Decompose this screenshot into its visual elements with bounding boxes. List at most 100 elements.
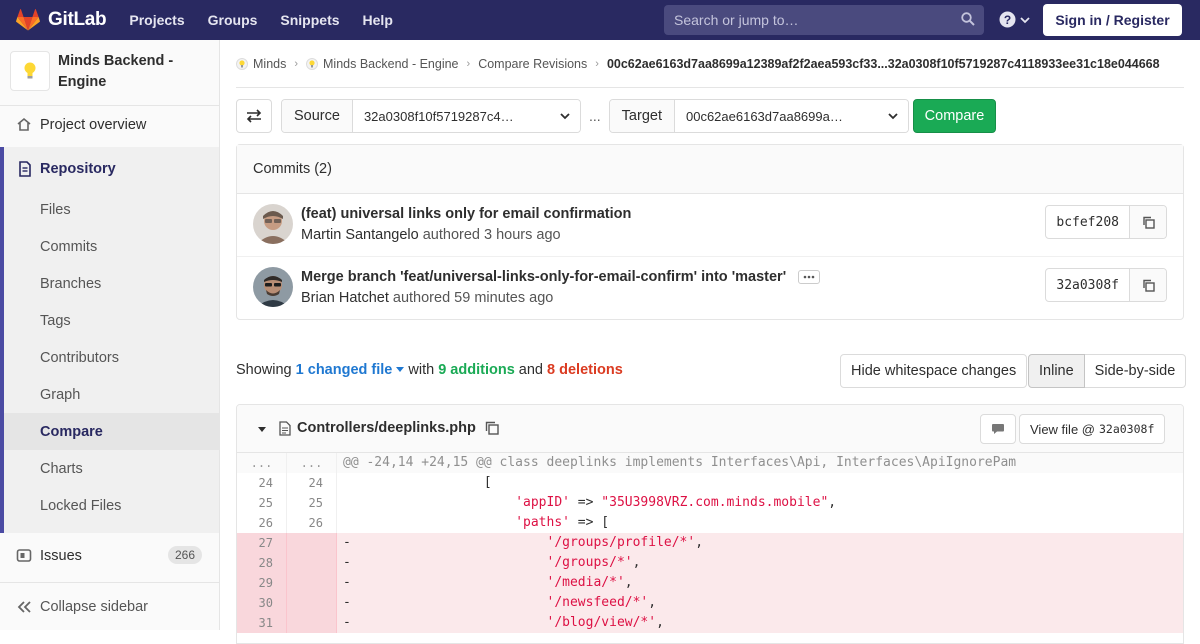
project-mini-avatar xyxy=(306,57,319,70)
sidebar-item-label: Files xyxy=(40,201,71,218)
swap-revisions-button[interactable] xyxy=(236,99,272,133)
breadcrumb-current[interactable]: 00c62ae6163d7aa8699a12389af2f2aea593cf33… xyxy=(607,57,1160,71)
old-line-number[interactable]: 30 xyxy=(237,593,287,613)
sidebar-item-issues[interactable]: Issues 266 xyxy=(0,537,219,574)
sidebar-item-commits[interactable]: Commits xyxy=(0,228,219,265)
chevron-down-icon xyxy=(560,113,570,120)
old-line-number[interactable]: 28 xyxy=(237,553,287,573)
view-file-sha: 32a0308f xyxy=(1098,422,1155,436)
breadcrumb-section[interactable]: Compare Revisions xyxy=(478,57,587,71)
project-sidebar: Minds Backend - Engine Project overview … xyxy=(0,40,220,630)
side-by-side-view-button[interactable]: Side-by-side xyxy=(1084,354,1187,388)
nav-projects[interactable]: Projects xyxy=(129,12,184,28)
hide-whitespace-button[interactable]: Hide whitespace changes xyxy=(840,354,1028,388)
copy-icon[interactable] xyxy=(485,421,499,435)
avatar[interactable] xyxy=(253,204,293,244)
compare-button[interactable]: Compare xyxy=(912,99,997,133)
sidebar-item-branches[interactable]: Branches xyxy=(0,265,219,302)
commit-sha-button[interactable]: 32a0308f xyxy=(1046,269,1130,301)
target-label: Target xyxy=(609,100,675,132)
new-line-number[interactable] xyxy=(287,593,337,613)
new-line-number[interactable] xyxy=(287,613,337,633)
new-line-number[interactable]: 26 xyxy=(287,513,337,533)
issues-count-badge: 266 xyxy=(167,546,202,564)
stats-showing: Showing xyxy=(236,362,292,378)
help-dropdown[interactable]: ? xyxy=(999,11,1030,28)
old-line-number[interactable]: 25 xyxy=(237,493,287,513)
brand-name[interactable]: GitLab xyxy=(48,9,107,31)
chevron-down-icon xyxy=(1020,16,1030,23)
breadcrumb-project-label: Minds Backend - Engine xyxy=(323,56,459,71)
code-line: - '/groups/*', xyxy=(343,555,641,570)
nav-groups[interactable]: Groups xyxy=(208,12,258,28)
target-ref-dropdown[interactable]: 00c62ae6163d7aa8699a… xyxy=(674,100,908,132)
caret-down-icon[interactable] xyxy=(258,427,266,432)
collapse-sidebar-button[interactable]: Collapse sidebar xyxy=(0,582,219,630)
new-line-number[interactable] xyxy=(287,533,337,553)
sidebar-item-repository[interactable]: Repository xyxy=(0,150,219,187)
ref-separator: ... xyxy=(589,108,601,124)
source-label: Source xyxy=(282,100,353,132)
sidebar-item-tags[interactable]: Tags xyxy=(0,302,219,339)
sidebar-item-compare[interactable]: Compare xyxy=(4,413,219,450)
new-line-number[interactable] xyxy=(287,553,337,573)
sidebar-item-files[interactable]: Files xyxy=(0,191,219,228)
search-input[interactable]: Search or jump to… xyxy=(664,5,984,35)
breadcrumb-project[interactable]: Minds Backend - Engine xyxy=(306,57,459,71)
sidebar-item-project-overview[interactable]: Project overview xyxy=(0,106,219,143)
sidebar-item-label: Tags xyxy=(40,312,71,329)
gitlab-brand[interactable]: GitLab xyxy=(16,9,107,31)
diff-file-header[interactable]: Controllers/deeplinks.php View file @ 32… xyxy=(237,405,1183,453)
code-line: - '/groups/profile/*', xyxy=(343,535,704,550)
sidebar-item-graph[interactable]: Graph xyxy=(0,376,219,413)
changed-files-label: 1 changed file xyxy=(295,362,393,378)
search-placeholder: Search or jump to… xyxy=(674,12,799,28)
home-icon xyxy=(17,117,31,131)
old-line-number[interactable]: 24 xyxy=(237,473,287,493)
old-line-number[interactable]: 29 xyxy=(237,573,287,593)
view-file-label: View file @ xyxy=(1030,421,1095,437)
inline-view-button[interactable]: Inline xyxy=(1028,354,1085,388)
commit-title-link[interactable]: Merge branch 'feat/universal-links-only-… xyxy=(301,269,786,285)
new-line-number[interactable] xyxy=(287,573,337,593)
new-line-number[interactable]: ... xyxy=(287,453,337,473)
project-name-line2: Engine xyxy=(58,74,107,90)
file-path[interactable]: Controllers/deeplinks.php xyxy=(297,420,476,436)
chevron-right-icon: › xyxy=(294,57,299,70)
breadcrumb-group[interactable]: Minds xyxy=(236,57,286,71)
old-line-number[interactable]: 26 xyxy=(237,513,287,533)
diff-line: 29 - '/media/*', xyxy=(237,573,1183,593)
copy-sha-button[interactable] xyxy=(1130,269,1166,301)
source-ref-dropdown[interactable]: 32a0308f10f5719287c4… xyxy=(352,100,580,132)
sidebar-item-charts[interactable]: Charts xyxy=(0,450,219,487)
old-line-number[interactable]: 31 xyxy=(237,613,287,633)
changed-files-dropdown[interactable]: 1 changed file xyxy=(296,362,405,378)
sign-in-button[interactable]: Sign in / Register xyxy=(1043,4,1182,36)
view-file-button[interactable]: View file @ 32a0308f xyxy=(1019,414,1166,444)
project-name[interactable]: Minds Backend - Engine xyxy=(58,51,173,93)
old-line-number[interactable]: ... xyxy=(237,453,287,473)
sidebar-item-locked-files[interactable]: Locked Files xyxy=(0,487,219,524)
chevron-right-icon: › xyxy=(466,57,471,70)
expand-commit-description-button[interactable] xyxy=(798,270,821,284)
new-line-number[interactable]: 25 xyxy=(287,493,337,513)
code-line: 'appID' => "35U3998VRZ.com.minds.mobile"… xyxy=(515,495,837,510)
avatar[interactable] xyxy=(253,267,293,307)
new-line-number[interactable]: 24 xyxy=(287,473,337,493)
project-header[interactable]: Minds Backend - Engine xyxy=(0,40,219,106)
ellipsis-icon xyxy=(803,275,815,279)
commit-author[interactable]: Brian Hatchet xyxy=(301,290,389,306)
commit-author[interactable]: Martin Santangelo xyxy=(301,227,419,243)
swap-icon xyxy=(246,109,262,123)
code-line: - '/blog/view/*', xyxy=(343,615,664,630)
copy-sha-button[interactable] xyxy=(1130,206,1166,238)
commit-sha-button[interactable]: bcfef208 xyxy=(1046,206,1130,238)
nav-help[interactable]: Help xyxy=(363,12,393,28)
commit-title[interactable]: (feat) universal links only for email co… xyxy=(301,206,631,222)
toggle-comments-button[interactable] xyxy=(980,414,1016,444)
nav-snippets[interactable]: Snippets xyxy=(280,12,339,28)
copy-icon xyxy=(1142,279,1155,292)
source-ref-group: Source 32a0308f10f5719287c4… xyxy=(281,99,581,133)
sidebar-item-contributors[interactable]: Contributors xyxy=(0,339,219,376)
old-line-number[interactable]: 27 xyxy=(237,533,287,553)
